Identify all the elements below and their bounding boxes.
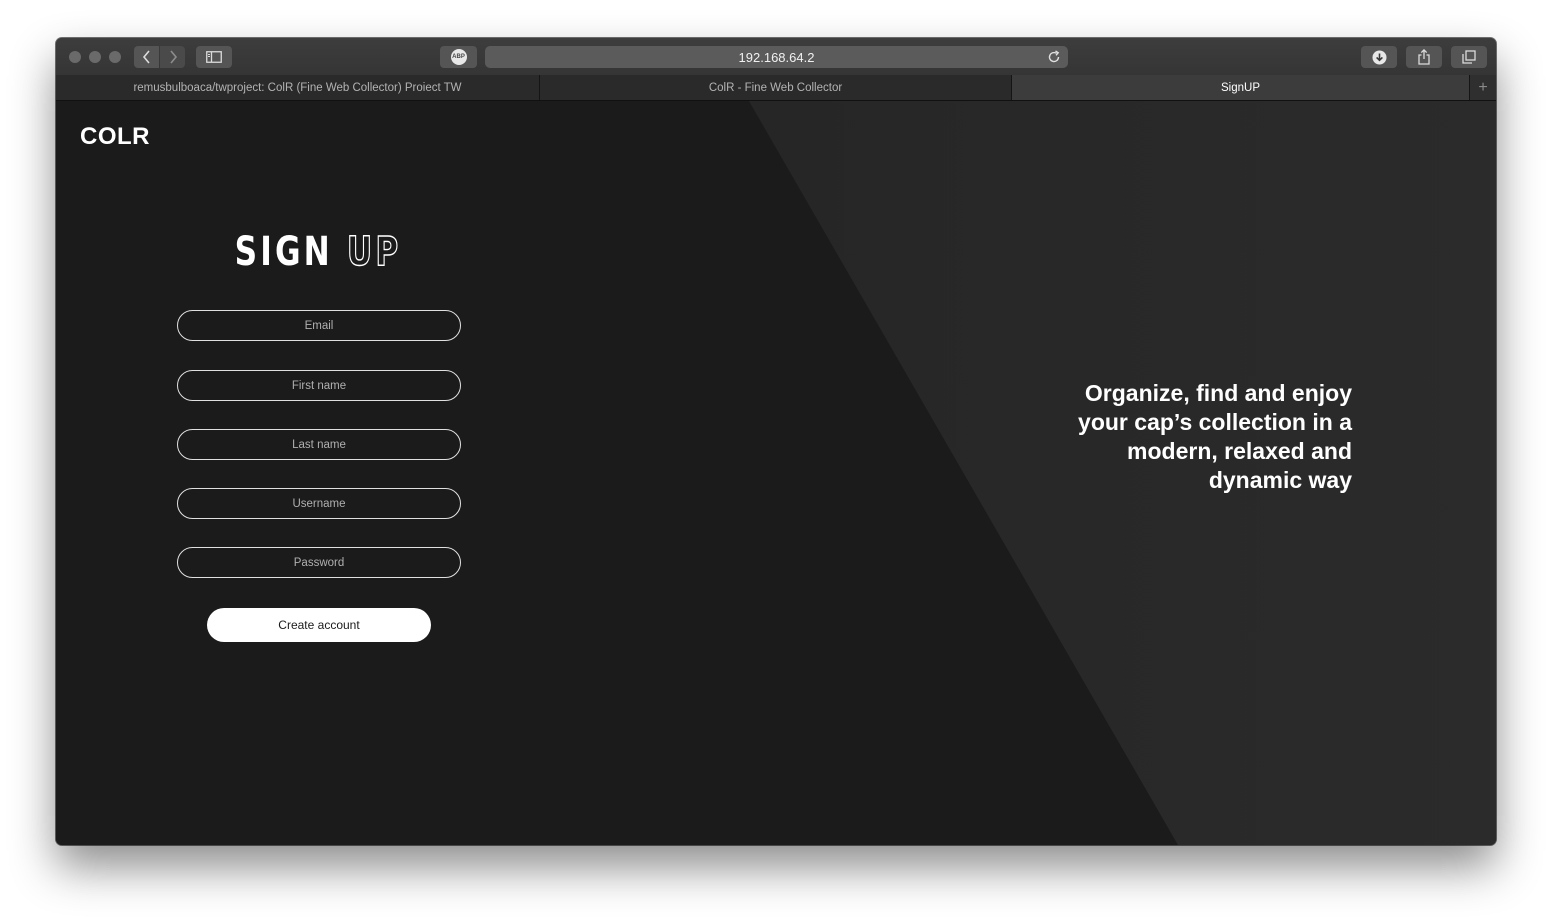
username-field[interactable] bbox=[177, 488, 461, 519]
chevron-right-icon bbox=[169, 50, 177, 64]
tabs-overview-icon bbox=[1462, 50, 1476, 64]
address-url: 192.168.64.2 bbox=[738, 49, 815, 65]
minimize-window-icon[interactable] bbox=[89, 51, 101, 63]
tab-colr-home[interactable]: ColR - Fine Web Collector bbox=[540, 75, 1012, 100]
close-window-icon[interactable] bbox=[69, 51, 81, 63]
download-icon bbox=[1372, 50, 1386, 64]
share-icon bbox=[1418, 49, 1430, 65]
title-sign: SIGN bbox=[234, 229, 333, 275]
address-bar[interactable]: 192.168.64.2 bbox=[485, 46, 1068, 68]
tab-title: remusbulboaca/twproject: ColR (Fine Web … bbox=[133, 81, 462, 94]
password-field[interactable] bbox=[177, 547, 461, 578]
back-button[interactable] bbox=[134, 46, 159, 68]
title-up: UP bbox=[346, 228, 402, 275]
tab-overview-button[interactable] bbox=[1451, 46, 1487, 68]
forward-button[interactable] bbox=[160, 46, 185, 68]
adblock-button[interactable]: ABP bbox=[440, 46, 477, 68]
adblock-icon: ABP bbox=[450, 49, 467, 65]
downloads-button[interactable] bbox=[1361, 46, 1397, 68]
browser-toolbar: ABP 192.168.64.2 bbox=[56, 38, 1496, 76]
sidebar-icon bbox=[206, 51, 222, 63]
plus-icon: + bbox=[1478, 78, 1488, 96]
page-title: SIGN UP bbox=[209, 228, 427, 275]
tagline: Organize, find and enjoy your cap’s coll… bbox=[1078, 380, 1352, 493]
new-tab-button[interactable]: + bbox=[1470, 75, 1496, 100]
last-name-field[interactable] bbox=[177, 429, 461, 460]
tab-title: SignUP bbox=[1221, 81, 1260, 94]
zoom-window-icon[interactable] bbox=[109, 51, 121, 63]
tab-bar: remusbulboaca/twproject: ColR (Fine Web … bbox=[56, 75, 1496, 101]
first-name-field[interactable] bbox=[177, 370, 461, 401]
email-field[interactable] bbox=[177, 310, 461, 341]
create-account-button[interactable]: Create account bbox=[207, 608, 431, 642]
tab-title: ColR - Fine Web Collector bbox=[708, 81, 843, 94]
tab-signup[interactable]: SignUP bbox=[1012, 75, 1470, 100]
browser-window: ABP 192.168.64.2 remusbulboaca/twproject… bbox=[56, 38, 1496, 845]
signup-page: COLR SIGN UP Create account Organize, fi… bbox=[56, 101, 1496, 845]
share-button[interactable] bbox=[1406, 46, 1442, 68]
colr-logo[interactable]: COLR bbox=[80, 123, 150, 151]
sidebar-toggle-button[interactable] bbox=[196, 46, 232, 68]
chevron-left-icon bbox=[142, 50, 150, 64]
reload-icon[interactable] bbox=[1046, 49, 1062, 65]
tab-github-project[interactable]: remusbulboaca/twproject: ColR (Fine Web … bbox=[56, 75, 540, 100]
